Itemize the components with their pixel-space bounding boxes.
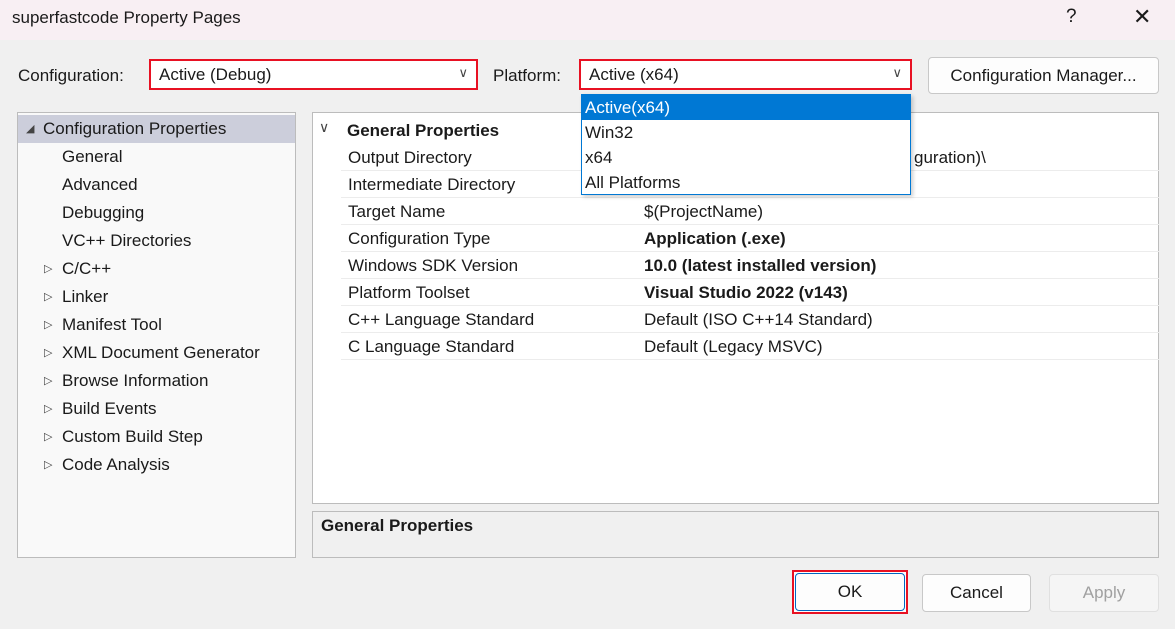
expand-triangle-icon[interactable]: ▷ bbox=[44, 367, 52, 395]
help-button[interactable]: ? bbox=[1066, 6, 1077, 28]
property-row[interactable]: Platform Toolset Visual Studio 2022 (v143… bbox=[341, 279, 1159, 306]
tree-item[interactable]: ▷ Code Analysis bbox=[44, 451, 170, 479]
tree-item[interactable]: ▷ Manifest Tool bbox=[44, 311, 162, 339]
tree-item[interactable]: ▷ C/C++ bbox=[44, 255, 111, 283]
property-value[interactable]: Default (Legacy MSVC) bbox=[644, 333, 823, 360]
chevron-down-icon: ∨ bbox=[892, 65, 902, 80]
tree-item[interactable]: ▷ Browse Information bbox=[44, 367, 208, 395]
tree-item[interactable]: Debugging bbox=[62, 199, 144, 227]
property-value[interactable]: Default (ISO C++14 Standard) bbox=[644, 306, 873, 333]
tree-item[interactable]: General bbox=[62, 143, 122, 171]
property-name: Target Name bbox=[348, 202, 446, 221]
property-row[interactable]: Target Name $(ProjectName) bbox=[341, 198, 1159, 225]
collapse-chevron-icon[interactable]: ∨ bbox=[319, 119, 329, 136]
configuration-manager-button[interactable]: Configuration Manager... bbox=[928, 57, 1159, 94]
property-name: Platform Toolset bbox=[348, 283, 470, 302]
configuration-label: Configuration: bbox=[18, 66, 124, 85]
property-name: Configuration Type bbox=[348, 229, 491, 248]
close-button[interactable]: ✕ bbox=[1133, 4, 1151, 30]
expanded-triangle-icon[interactable]: ◢ bbox=[26, 115, 34, 143]
property-value[interactable]: guration)\ bbox=[914, 144, 986, 171]
apply-button[interactable]: Apply bbox=[1049, 574, 1159, 612]
expand-triangle-icon[interactable]: ▷ bbox=[44, 311, 52, 339]
expand-triangle-icon[interactable]: ▷ bbox=[44, 395, 52, 423]
platform-option[interactable]: Active(x64) bbox=[582, 95, 910, 120]
configuration-select[interactable]: Active (Debug) ∨ bbox=[149, 59, 478, 90]
platform-option[interactable]: All Platforms bbox=[582, 170, 910, 195]
property-name: C Language Standard bbox=[348, 337, 515, 356]
platform-select[interactable]: Active (x64) ∨ bbox=[579, 59, 912, 90]
ok-button[interactable]: OK bbox=[795, 573, 905, 611]
platform-option[interactable]: x64 bbox=[582, 145, 910, 170]
property-row[interactable]: Configuration Type Application (.exe) bbox=[341, 225, 1159, 252]
tree-item-configuration-properties[interactable]: ◢ Configuration Properties bbox=[18, 115, 295, 143]
property-value[interactable]: 10.0 (latest installed version) bbox=[644, 252, 876, 279]
property-row[interactable]: C Language Standard Default (Legacy MSVC) bbox=[341, 333, 1159, 360]
property-tree[interactable]: ◢ Configuration Properties General Advanc… bbox=[17, 112, 296, 558]
expand-triangle-icon[interactable]: ▷ bbox=[44, 283, 52, 311]
property-name: Windows SDK Version bbox=[348, 256, 519, 275]
platform-dropdown-list[interactable]: Active(x64) Win32 x64 All Platforms bbox=[581, 94, 911, 195]
property-value[interactable]: Application (.exe) bbox=[644, 225, 786, 252]
tree-item[interactable]: ▷ XML Document Generator bbox=[44, 339, 260, 367]
chevron-down-icon: ∨ bbox=[458, 65, 468, 80]
section-header: General Properties bbox=[347, 121, 500, 140]
property-row[interactable]: Windows SDK Version 10.0 (latest installe… bbox=[341, 252, 1159, 279]
window-title: superfastcode Property Pages bbox=[12, 8, 241, 27]
platform-option[interactable]: Win32 bbox=[582, 120, 910, 145]
expand-triangle-icon[interactable]: ▷ bbox=[44, 451, 52, 479]
property-name: Intermediate Directory bbox=[348, 175, 516, 194]
property-value[interactable]: $(ProjectName) bbox=[644, 198, 763, 225]
platform-value: Active (x64) bbox=[589, 65, 679, 84]
platform-label: Platform: bbox=[493, 66, 562, 85]
property-name: C++ Language Standard bbox=[348, 310, 535, 329]
expand-triangle-icon[interactable]: ▷ bbox=[44, 255, 52, 283]
property-name: Output Directory bbox=[348, 148, 472, 167]
tree-item[interactable]: ▷ Linker bbox=[44, 283, 108, 311]
description-panel: General Properties bbox=[312, 511, 1159, 558]
expand-triangle-icon[interactable]: ▷ bbox=[44, 339, 52, 367]
expand-triangle-icon[interactable]: ▷ bbox=[44, 423, 52, 451]
tree-item[interactable]: VC++ Directories bbox=[62, 227, 191, 255]
cancel-button[interactable]: Cancel bbox=[922, 574, 1031, 612]
tree-item[interactable]: ▷ Build Events bbox=[44, 395, 157, 423]
tree-item[interactable]: ▷ Custom Build Step bbox=[44, 423, 203, 451]
property-row[interactable]: C++ Language Standard Default (ISO C++14 … bbox=[341, 306, 1159, 333]
configuration-value: Active (Debug) bbox=[159, 65, 272, 84]
tree-item[interactable]: Advanced bbox=[62, 171, 138, 199]
property-value[interactable]: Visual Studio 2022 (v143) bbox=[644, 279, 848, 306]
